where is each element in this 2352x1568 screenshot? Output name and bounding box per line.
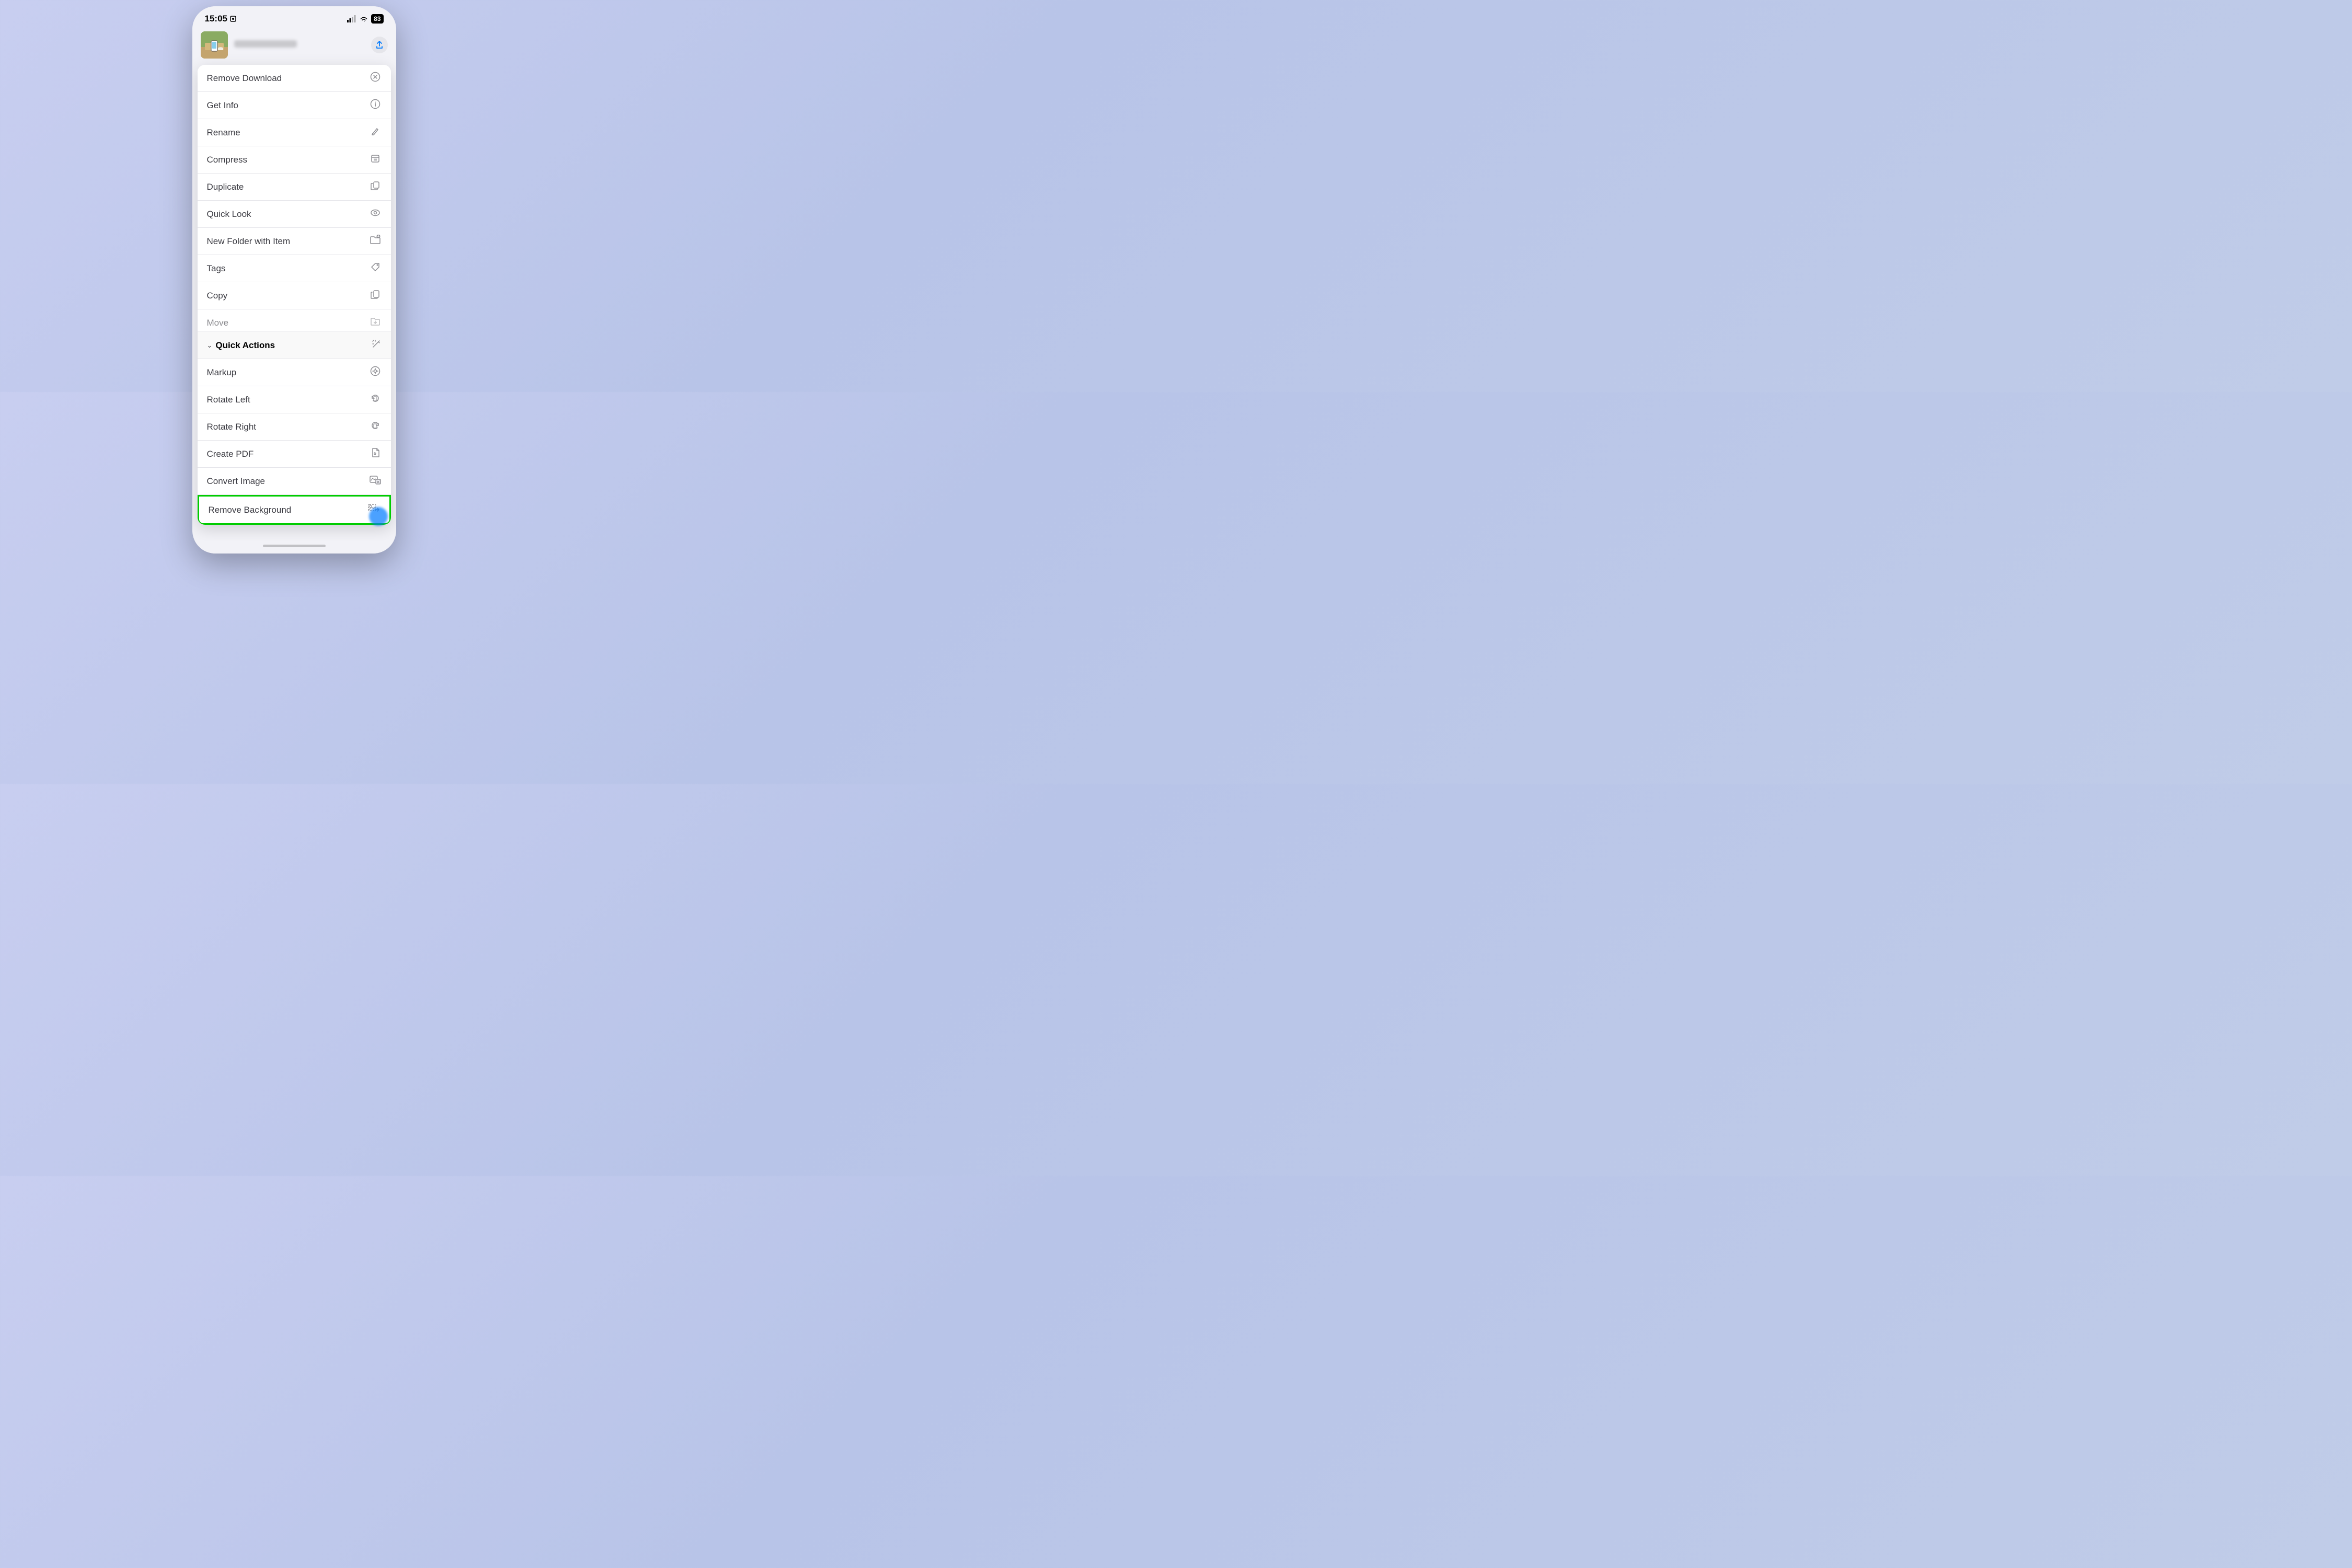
menu-label-move: Move — [207, 318, 229, 328]
status-icons: 83 — [347, 14, 383, 24]
menu-label-convert-image: Convert Image — [207, 476, 266, 487]
menu-item-rename[interactable]: Rename — [198, 119, 391, 146]
get-info-icon — [369, 99, 382, 112]
menu-item-tags[interactable]: Tags — [198, 255, 391, 282]
menu-item-new-folder-with-item[interactable]: New Folder with Item — [198, 228, 391, 255]
dynamic-island-icon — [229, 15, 237, 22]
quick-actions-label: Quick Actions — [215, 340, 275, 351]
battery-badge: 83 — [371, 14, 383, 24]
menu-item-rotate-right[interactable]: Rotate Right — [198, 413, 391, 441]
home-indicator — [263, 545, 326, 547]
quick-look-icon — [369, 207, 382, 221]
markup-icon — [369, 366, 382, 379]
menu-label-rotate-right: Rotate Right — [207, 422, 257, 432]
menu-item-convert-image[interactable]: Convert Image — [198, 468, 391, 495]
convert-image-icon — [369, 475, 382, 488]
floating-area — [192, 530, 396, 540]
file-thumbnail — [201, 31, 228, 59]
move-icon — [369, 316, 382, 329]
rename-icon — [369, 126, 382, 139]
status-bar: 15:05 83 — [192, 6, 396, 28]
menu-label-duplicate: Duplicate — [207, 182, 244, 192]
menu-label-quick-look: Quick Look — [207, 209, 251, 220]
rotate-left-icon — [369, 393, 382, 406]
tags-icon — [369, 262, 382, 275]
remove-download-icon — [369, 72, 382, 85]
chevron-icon: ⌄ — [207, 341, 213, 350]
menu-item-markup[interactable]: Markup — [198, 359, 391, 386]
menu-label-new-folder-with-item: New Folder with Item — [207, 236, 291, 247]
create-pdf-icon — [369, 447, 382, 460]
duplicate-icon — [369, 180, 382, 193]
quick-actions-left: ⌄ Quick Actions — [207, 340, 275, 351]
menu-label-markup: Markup — [207, 367, 237, 378]
remove-background-wrapper: Remove Background — [198, 495, 391, 525]
compress-icon — [369, 153, 382, 166]
floating-action-button[interactable] — [369, 507, 388, 526]
bottom-indicator-area — [192, 540, 396, 554]
menu-label-rotate-left: Rotate Left — [207, 395, 250, 405]
wand-icon — [371, 339, 382, 352]
menu-item-remove-background[interactable]: Remove Background — [199, 497, 389, 523]
status-time: 15:05 — [205, 14, 237, 24]
thumbnail-svg — [201, 31, 228, 59]
menu-item-compress[interactable]: Compress — [198, 146, 391, 174]
menu-label-get-info: Get Info — [207, 100, 238, 111]
quick-actions-header[interactable]: ⌄ Quick Actions — [198, 332, 391, 359]
menu-item-move[interactable]: Move — [198, 309, 391, 332]
menu-label-create-pdf: Create PDF — [207, 449, 254, 459]
share-icon — [375, 41, 384, 49]
header-action-button[interactable] — [371, 37, 388, 53]
app-header — [192, 28, 396, 63]
context-menu: Remove Download Get Info Rename — [198, 65, 391, 525]
menu-item-remove-download[interactable]: Remove Download — [198, 65, 391, 92]
menu-item-copy[interactable]: Copy — [198, 282, 391, 309]
menu-item-rotate-left[interactable]: Rotate Left — [198, 386, 391, 413]
menu-label-rename: Rename — [207, 128, 240, 138]
thumbnail-image — [201, 31, 228, 59]
menu-item-create-pdf[interactable]: Create PDF — [198, 441, 391, 468]
menu-item-duplicate[interactable]: Duplicate — [198, 174, 391, 201]
menu-item-quick-look[interactable]: Quick Look — [198, 201, 391, 228]
menu-label-tags: Tags — [207, 263, 226, 274]
copy-icon — [369, 289, 382, 302]
time-display: 15:05 — [205, 14, 227, 24]
battery-percent: 83 — [374, 15, 381, 22]
menu-item-get-info[interactable]: Get Info — [198, 92, 391, 119]
filename-text — [234, 40, 297, 48]
phone-frame: 15:05 83 — [192, 6, 396, 554]
menu-label-compress: Compress — [207, 155, 247, 165]
menu-label-remove-download: Remove Download — [207, 73, 282, 84]
filename-area — [234, 40, 365, 50]
signal-icon — [347, 15, 356, 22]
menu-label-copy: Copy — [207, 291, 228, 301]
menu-label-remove-background: Remove Background — [209, 505, 292, 515]
wifi-icon — [360, 16, 368, 22]
new-folder-with-item-icon — [369, 235, 382, 248]
rotate-right-icon — [369, 420, 382, 433]
